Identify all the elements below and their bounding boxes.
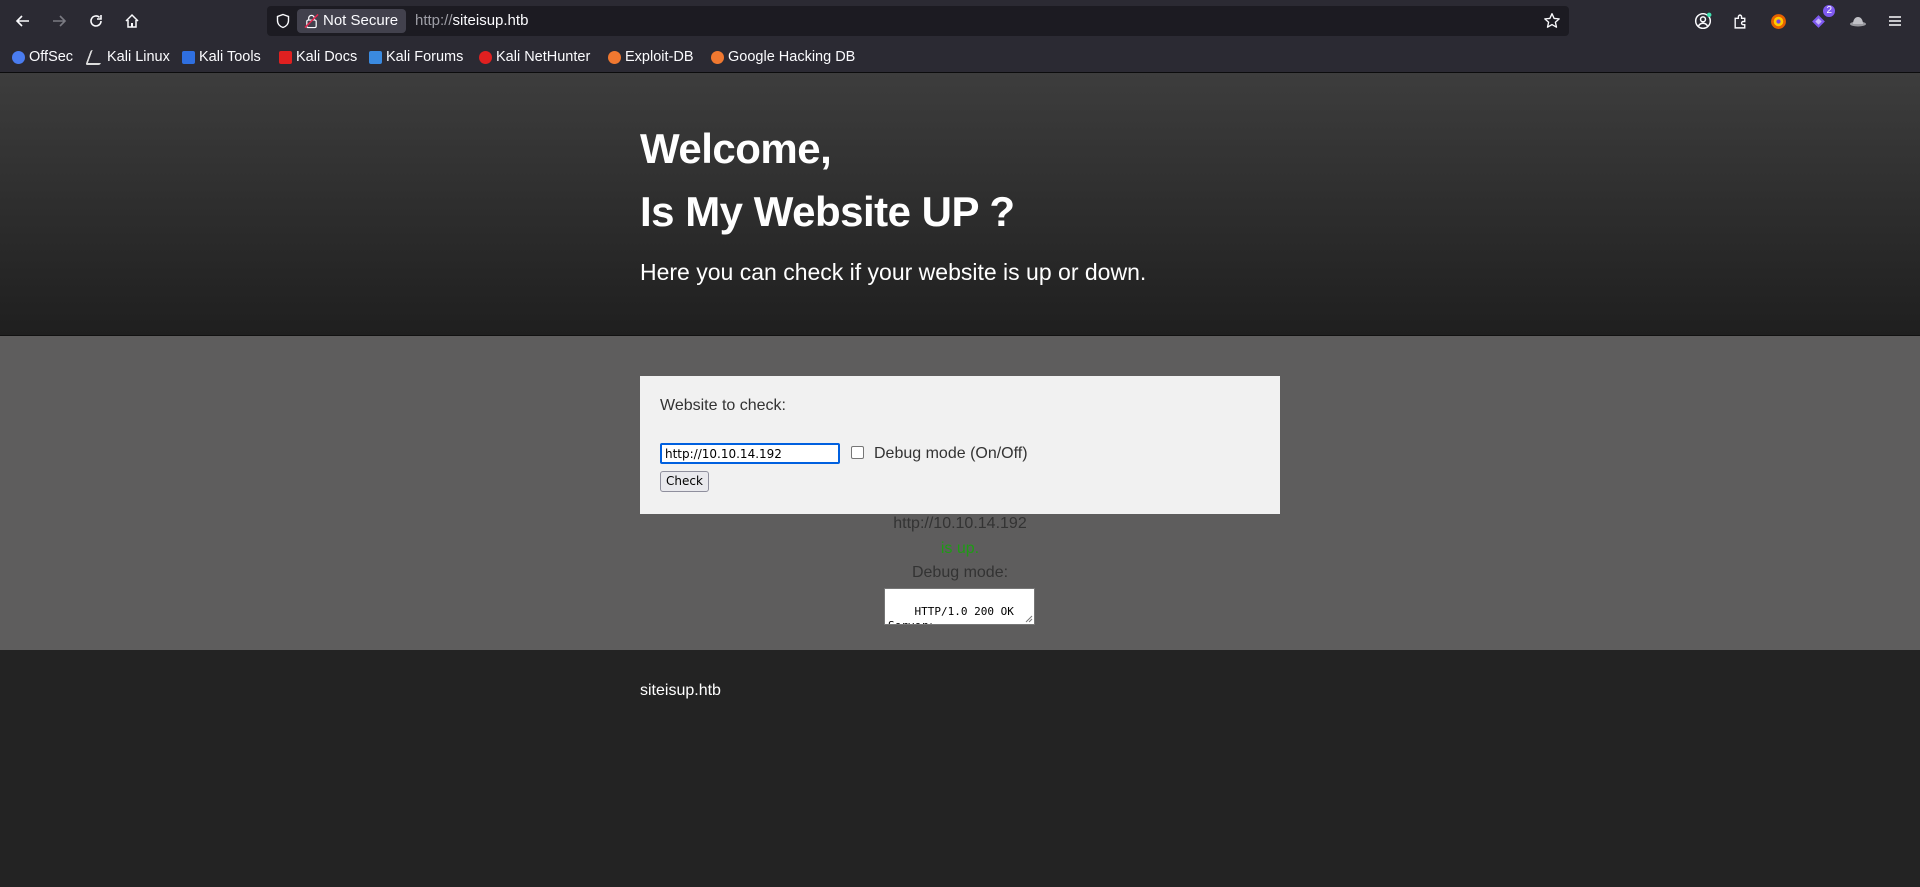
bookmark-label: Kali Docs	[296, 49, 358, 65]
extension-button[interactable]: 2	[1807, 5, 1835, 32]
debug-output-text: HTTP/1.0 200 OK Server:	[888, 605, 1014, 624]
page-title: Is My Website UP ?	[640, 188, 1015, 235]
extensions-icon	[1733, 14, 1745, 29]
extensions-button[interactable]	[1729, 10, 1751, 32]
result-status: is up.	[940, 540, 980, 557]
website-field-label: Website to check:	[660, 397, 786, 414]
bookmark-exploit-db[interactable]: Exploit-DB	[608, 47, 694, 67]
hero-header: Welcome, Is My Website UP ? Here you can…	[0, 73, 1920, 336]
kali-forums-icon	[369, 50, 382, 64]
address-bar[interactable]: Not Secure http://siteisup.htb	[267, 6, 1569, 36]
bookmark-kali-docs[interactable]: Kali Docs	[279, 47, 357, 67]
not-secure-label: Not Secure	[323, 12, 399, 29]
kali-tools-icon	[182, 50, 195, 64]
check-form: Website to check: http://10.10.14.192 De…	[640, 376, 1280, 514]
spy-extension-button[interactable]	[1847, 10, 1869, 32]
bookmark-label: Kali Tools	[199, 49, 261, 65]
result-url: http://10.10.14.192	[893, 515, 1027, 532]
lock-icon	[304, 13, 319, 29]
bookmark-kali-nethunter[interactable]: Kali NetHunter	[479, 47, 590, 67]
menu-button[interactable]	[1884, 10, 1906, 32]
bookmark-kali-forums[interactable]: Kali Forums	[369, 47, 463, 67]
kali-nethunter-icon	[479, 50, 492, 64]
bookmark-label: Google Hacking DB	[728, 49, 856, 65]
account-icon	[1694, 12, 1712, 30]
forward-icon	[53, 15, 67, 27]
bookmark-label: Kali Forums	[386, 49, 464, 65]
forward-button[interactable]	[46, 8, 72, 34]
bookmark-google-hacking-db[interactable]: Google Hacking DB	[711, 47, 855, 67]
bookmark-offsec[interactable]: OffSec	[12, 47, 73, 67]
not-secure-indicator[interactable]: Not Secure	[297, 9, 407, 33]
menu-icon	[1889, 16, 1901, 26]
bookmark-label: Exploit-DB	[625, 49, 694, 65]
bookmarks-toolbar: OffSec Kali Linux Kali Tools Kali Docs K…	[0, 42, 1920, 73]
debug-mode-checkbox[interactable]	[851, 446, 864, 459]
url-text[interactable]: http://siteisup.htb	[415, 6, 528, 36]
back-icon	[15, 15, 29, 27]
kali-dragon-icon	[85, 49, 106, 65]
reload-button[interactable]	[83, 8, 109, 34]
kali-docs-icon	[279, 50, 292, 64]
home-button[interactable]	[119, 8, 145, 34]
bookmark-label: OffSec	[29, 49, 74, 65]
shield-icon[interactable]	[275, 13, 291, 29]
website-input[interactable]: http://10.10.14.192	[660, 443, 840, 464]
firefox-view-button[interactable]	[1767, 10, 1789, 32]
page-footer: siteisup.htb	[0, 650, 1920, 887]
bookmark-label: Kali Linux	[107, 49, 170, 65]
resize-grip-icon[interactable]	[1025, 615, 1033, 623]
account-button[interactable]	[1692, 10, 1714, 32]
back-button[interactable]	[10, 8, 36, 34]
footer-text: siteisup.htb	[640, 682, 721, 699]
bookmark-kali-linux[interactable]: Kali Linux	[85, 47, 170, 67]
url-scheme: http://	[415, 12, 453, 29]
url-host: siteisup.htb	[452, 12, 529, 29]
browser-toolbar: Not Secure http://siteisup.htb 2	[0, 0, 1920, 42]
bookmark-label: Kali NetHunter	[496, 49, 591, 65]
page-subtitle: Here you can check if your website is up…	[640, 259, 1147, 285]
debug-output-textarea[interactable]: HTTP/1.0 200 OK Server:	[884, 588, 1035, 625]
check-button[interactable]: Check	[660, 471, 709, 492]
debug-heading: Debug mode:	[911, 564, 1009, 581]
reload-icon	[90, 15, 102, 27]
exploit-db-icon	[608, 50, 621, 64]
debug-mode-label[interactable]: Debug mode (On/Off)	[874, 445, 1028, 463]
bookmark-kali-tools[interactable]: Kali Tools	[182, 47, 261, 67]
ghdb-icon	[711, 50, 724, 64]
welcome-heading: Welcome,	[640, 125, 832, 172]
star-icon[interactable]	[1543, 12, 1561, 30]
spy-icon	[1850, 17, 1866, 27]
extension-badge: 2	[1823, 5, 1835, 17]
firefox-icon	[1770, 13, 1786, 29]
checker-section: Website to check: http://10.10.14.192 De…	[0, 336, 1920, 650]
offsec-icon	[12, 50, 25, 64]
home-icon	[125, 13, 139, 28]
